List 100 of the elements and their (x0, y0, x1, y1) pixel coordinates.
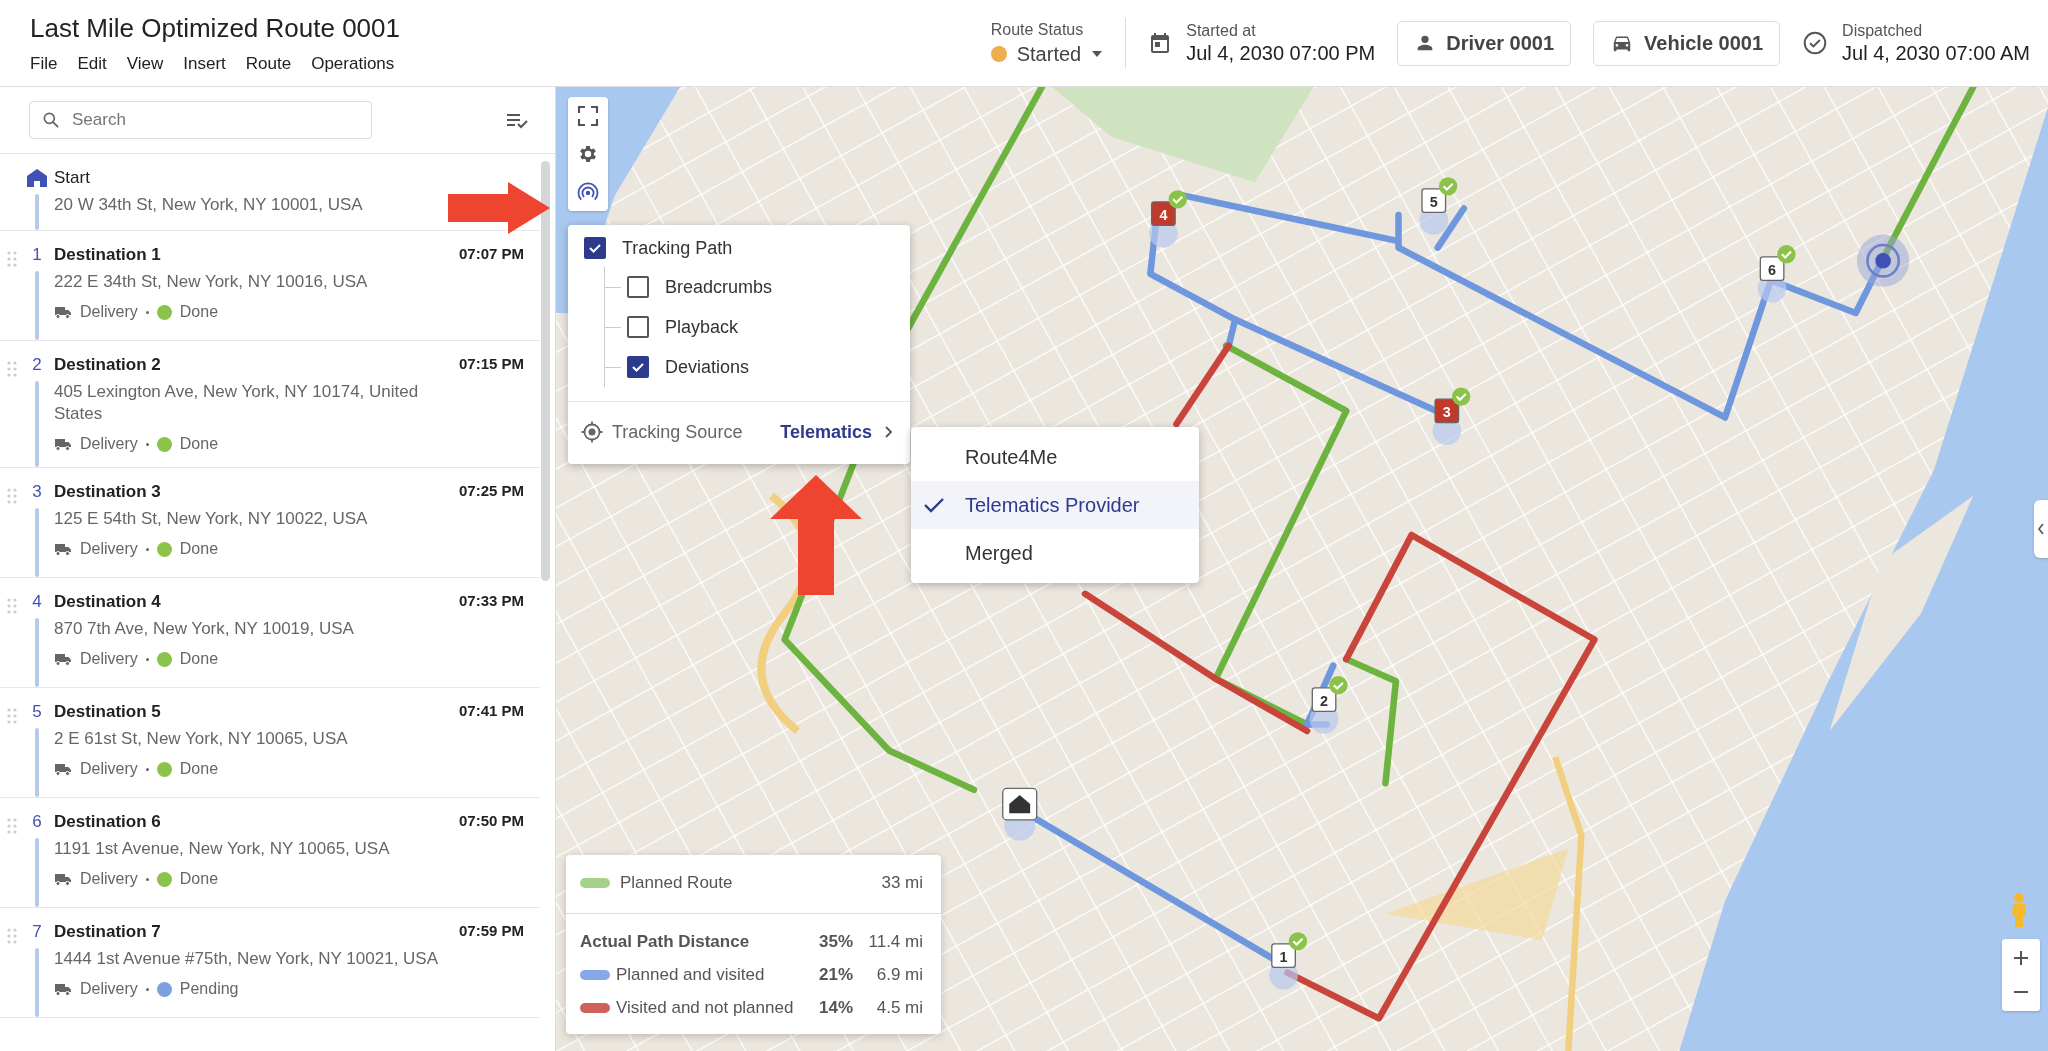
stop-type: Delivery (80, 980, 138, 999)
stop-status: Done (179, 650, 219, 669)
stop-name: Start (54, 168, 91, 188)
truck-icon (54, 982, 72, 997)
stop-type: Delivery (80, 540, 138, 559)
stop-time: 07:25 PM (458, 482, 524, 502)
stop-status: Pending (179, 980, 239, 999)
check-icon (923, 496, 945, 514)
legend-percent: 21% (818, 965, 853, 985)
location-pulse-icon (1857, 234, 1910, 287)
legend-distance: 33 mi (880, 873, 923, 893)
drag-handle-icon[interactable] (7, 928, 17, 945)
stop-name[interactable]: Destination 4 (54, 592, 161, 613)
checkbox[interactable] (627, 356, 649, 378)
fullscreen-icon[interactable] (577, 105, 599, 127)
stop-number: 1 (32, 245, 42, 266)
checkbox-label: Tracking Path (622, 237, 733, 259)
checkbox-label: Deviations (665, 356, 750, 378)
driver-button[interactable]: Driver 0001 (1397, 20, 1572, 66)
start-marker[interactable] (1002, 787, 1038, 841)
stop-time: 07:15 PM (458, 355, 524, 375)
tracking-source-selector[interactable]: Telematics (780, 421, 894, 443)
stop-name[interactable]: Destination 1 (54, 245, 161, 266)
stop-status: Done (179, 303, 219, 322)
menu-item[interactable]: Edit (77, 53, 107, 74)
legend-heading: Actual Path Distance (580, 932, 751, 952)
crosshair-icon (580, 420, 604, 444)
legend-label: Visited and not planned (616, 998, 795, 1018)
search-field[interactable]: Search (29, 101, 372, 139)
truck-icon (54, 652, 72, 667)
checkbox[interactable] (627, 276, 649, 298)
legend-label: Planned and visited (616, 965, 766, 985)
checkbox[interactable] (627, 316, 649, 338)
menu-option[interactable]: Route4Me (911, 433, 1199, 481)
menu-item[interactable]: Insert (183, 53, 226, 74)
checkbox-label: Breadcrumbs (665, 276, 773, 298)
stop-name[interactable]: Destination 3 (54, 482, 161, 503)
dispatched-value: Jul 4, 2030 07:00 AM (1842, 41, 2030, 65)
drag-handle-icon[interactable] (7, 251, 17, 268)
legend-percent: 14% (818, 998, 853, 1018)
stop-name[interactable]: Destination 6 (54, 812, 161, 833)
menu-option[interactable]: Telematics Provider (911, 481, 1199, 529)
scrollbar[interactable] (541, 161, 550, 581)
truck-icon (54, 762, 72, 777)
drag-handle-icon[interactable] (7, 488, 17, 505)
route-title: Last Mile Optimized Route 0001 (30, 12, 400, 44)
truck-icon (54, 872, 72, 887)
truck-icon (54, 542, 72, 557)
legend-distance: 6.9 mi (875, 965, 923, 985)
legend-distance: 4.5 mi (875, 998, 923, 1018)
legend-label: Planned Route (620, 873, 734, 893)
arrow-icon (768, 473, 864, 597)
stop-status: Done (179, 760, 219, 779)
zoom-in-icon[interactable] (2012, 949, 2030, 967)
chevron-left-icon (2037, 523, 2045, 535)
menu-option[interactable]: Merged (911, 529, 1199, 577)
stop-time: 07:50 PM (458, 812, 524, 832)
search-icon (41, 110, 61, 130)
menu-item[interactable]: Route (245, 53, 292, 74)
stop-status: Done (179, 435, 219, 454)
stop-time: 07:07 PM (458, 245, 524, 265)
stop-address: 1191 1st Avenue, New York, NY 10065, USA (54, 838, 391, 861)
drag-handle-icon[interactable] (7, 361, 17, 378)
home-icon (26, 168, 48, 188)
started-at-label: Started at (1186, 21, 1257, 40)
stop-status: Done (179, 870, 219, 889)
legend-distance: 11.4 mi (867, 932, 923, 952)
stop-name[interactable]: Destination 2 (54, 355, 161, 376)
check-circle-icon (1802, 30, 1829, 56)
stop-number: 3 (32, 482, 42, 503)
stop-name[interactable]: Destination 7 (54, 922, 161, 943)
stop-number: 6 (32, 812, 42, 833)
checkbox[interactable] (584, 237, 606, 259)
route-status-dropdown[interactable]: Started (990, 42, 1104, 66)
drag-handle-icon[interactable] (7, 708, 17, 725)
settings-icon[interactable] (577, 143, 599, 165)
legend-percent: 35% (818, 932, 853, 952)
stop-time: 07:41 PM (458, 702, 524, 722)
stop-address: 1444 1st Avenue #75th, New York, NY 10021, USA (54, 948, 440, 971)
route-status-label: Route Status (990, 20, 1084, 39)
checkbox-label: Playback (665, 316, 739, 338)
menu-item[interactable]: Operations (311, 53, 395, 74)
stop-number: 5 (32, 702, 42, 723)
stop-address: 2 E 61st St, New York, NY 10065, USA (54, 728, 349, 751)
drag-handle-icon[interactable] (7, 598, 17, 615)
stop-type: Delivery (80, 303, 138, 322)
menu-item[interactable]: File (30, 53, 58, 74)
collapse-panel-button[interactable] (2034, 500, 2048, 558)
drag-handle-icon[interactable] (7, 818, 17, 835)
chevron-right-icon (884, 425, 894, 439)
vehicle-button[interactable]: Vehicle 0001 (1593, 20, 1781, 66)
stop-time: 07:33 PM (458, 592, 524, 612)
stop-address: 405 Lexington Ave, New York, NY 10174, United States (54, 381, 420, 426)
tracking-signal-icon[interactable] (577, 181, 599, 203)
stop-address: 20 W 34th St, New York, NY 10001, USA (54, 194, 364, 216)
stop-name[interactable]: Destination 5 (54, 702, 161, 723)
stop-type: Delivery (80, 760, 138, 779)
caret-icon (1091, 50, 1104, 58)
stop-address: 870 7th Ave, New York, NY 10019, USA (54, 618, 355, 641)
menu-item[interactable]: View (126, 53, 164, 74)
